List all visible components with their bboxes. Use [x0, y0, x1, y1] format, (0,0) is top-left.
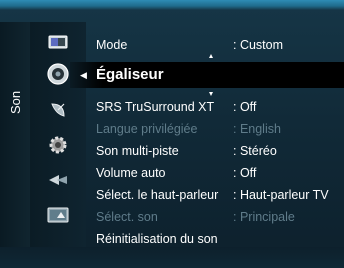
- satellite-dish-icon[interactable]: [30, 95, 86, 125]
- menu-item-langue-privilegiee: Langue privilégiée : English: [86, 118, 344, 140]
- top-border: [0, 0, 344, 10]
- menu-item-select-haut-parleur[interactable]: Sélect. le haut-parleur : Haut-parleur T…: [86, 184, 344, 206]
- menu-item-select-son: Sélect. son : Principale: [86, 206, 344, 228]
- menu-list: Mode : Custom SRS TruSurround XT : Off L…: [86, 22, 344, 247]
- menu-item-label: Mode: [96, 38, 128, 52]
- menu-item-value: : Off: [233, 100, 257, 114]
- menu-item-srs-trusurround[interactable]: SRS TruSurround XT : Off: [86, 96, 344, 118]
- menu-item-value: : English: [233, 122, 281, 136]
- menu-item-value: : Custom: [233, 38, 284, 52]
- tv-menu-screen: Son ◀ Égaliseur Mode: Custom SRS TruSur…: [0, 0, 344, 268]
- menu-item-label: Sélect. son: [96, 210, 158, 224]
- menu-item-value: : Principale: [233, 210, 295, 224]
- input-icon[interactable]: [30, 165, 86, 195]
- bottom-border: [0, 247, 344, 268]
- menu-item-value: : Stéréo: [233, 144, 277, 158]
- application-icon[interactable]: [30, 200, 86, 230]
- menu-item-label: Volume auto: [96, 166, 166, 180]
- menu-item-value: : Haut-parleur TV: [233, 188, 329, 202]
- menu-item-label: Langue privilégiée: [96, 122, 198, 136]
- category-icon-column: [30, 22, 86, 247]
- side-tab-son[interactable]: Son: [0, 22, 31, 247]
- settings-gear-icon[interactable]: [30, 130, 86, 160]
- side-tab-label: Son: [8, 90, 23, 114]
- menu-item-volume-auto[interactable]: Volume auto : Off: [86, 162, 344, 184]
- picture-icon[interactable]: [30, 27, 86, 57]
- menu-item-label: Son multi-piste: [96, 144, 179, 158]
- menu-item-son-multi-piste[interactable]: Son multi-piste : Stéréo: [86, 140, 344, 162]
- menu-item-label: SRS TruSurround XT: [96, 100, 215, 114]
- menu-item-label: Sélect. le haut-parleur: [96, 188, 219, 202]
- menu-item-mode[interactable]: Mode : Custom: [86, 34, 344, 56]
- menu-item-value: : Off: [233, 166, 257, 180]
